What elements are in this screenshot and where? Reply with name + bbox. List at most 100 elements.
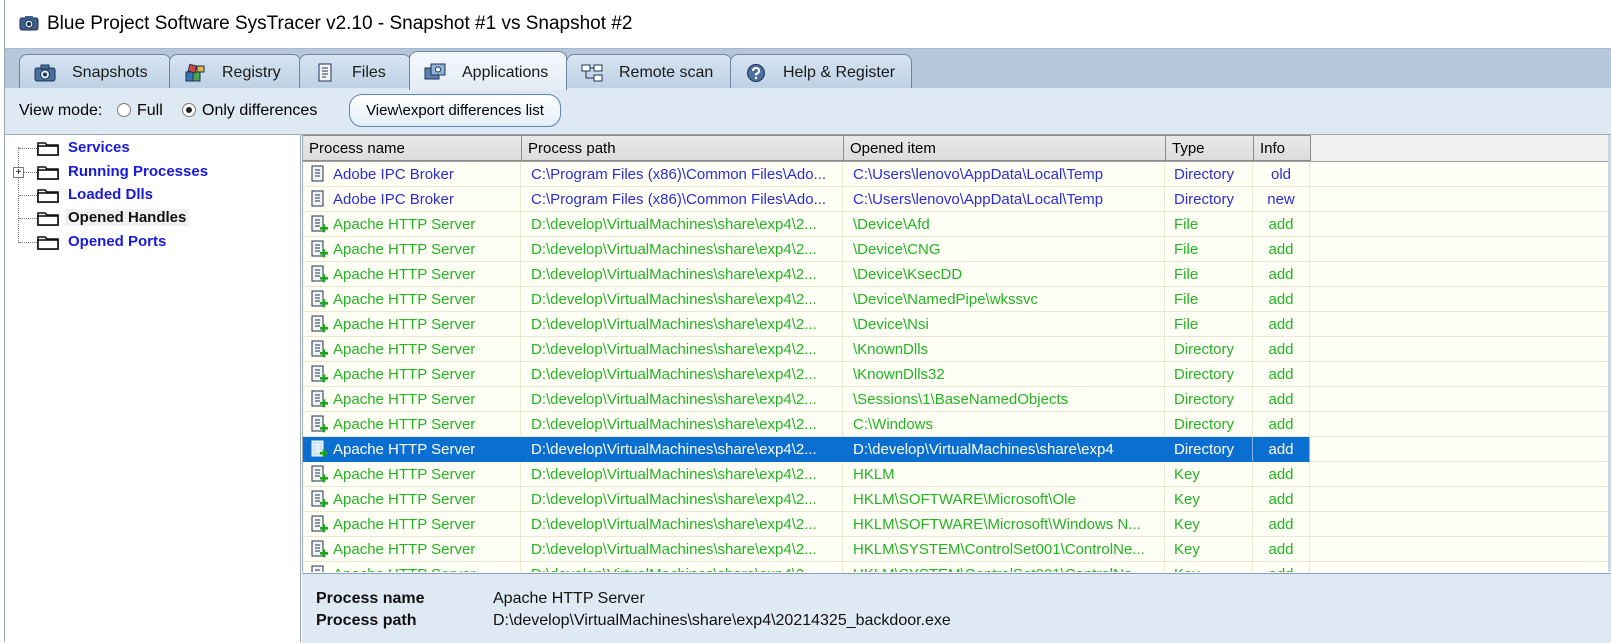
column-header-process-name[interactable]: Process name: [303, 135, 522, 161]
cell-type-text: File: [1174, 291, 1199, 308]
help-icon: [747, 64, 765, 82]
only-differences-radio[interactable]: [182, 103, 196, 117]
cell-opened-item: HKLM\SYSTEM\ControlSet001\ControlNe...: [843, 537, 1165, 562]
cell-info-text: old: [1270, 166, 1292, 183]
app-window: Blue Project Software SysTracer v2.10 - …: [4, 0, 1611, 643]
cell-process-path-text: D:\develop\VirtualMachines\share\exp4\2.…: [531, 366, 817, 383]
table-row[interactable]: Apache HTTP Server D:\develop\VirtualMach…: [303, 387, 1611, 412]
cell-process-path-text: D:\develop\VirtualMachines\share\exp4\2.…: [531, 241, 817, 258]
table-row[interactable]: Apache HTTP Server D:\develop\VirtualMach…: [303, 212, 1611, 237]
table-row[interactable]: Apache HTTP Server D:\develop\VirtualMach…: [303, 337, 1611, 362]
table-row[interactable]: Apache HTTP Server D:\develop\VirtualMach…: [303, 362, 1611, 387]
cell-info: add: [1253, 287, 1310, 312]
tab-help-register[interactable]: Help & Register: [730, 54, 912, 89]
cell-info-text: add: [1268, 316, 1294, 333]
table-row[interactable]: Apache HTTP Server D:\develop\VirtualMach…: [303, 412, 1611, 437]
tree-connector: [19, 195, 37, 196]
cell-process-path: D:\develop\VirtualMachines\share\exp4\2.…: [521, 537, 843, 562]
table-row[interactable]: Adobe IPC Broker C:\Program Files (x86)\C…: [303, 187, 1611, 212]
only-differences-radio-label[interactable]: Only differences: [202, 102, 317, 120]
cell-process-path-text: D:\develop\VirtualMachines\share\exp4\2.…: [531, 566, 817, 572]
table-header: Process name Process path Opened item Ty…: [303, 135, 1611, 162]
table-row[interactable]: Apache HTTP Server D:\develop\VirtualMach…: [303, 512, 1611, 537]
cell-info: add: [1253, 362, 1310, 387]
column-header-process-path[interactable]: Process path: [522, 135, 844, 161]
cell-opened-item-text: HKLM: [853, 466, 895, 483]
cell-opened-item-text: \Device\CNG: [853, 241, 941, 258]
app-added-icon: [309, 465, 329, 485]
cell-opened-item-text: \Device\NamedPipe\wkssvc: [853, 291, 1039, 308]
table-row[interactable]: Apache HTTP Server D:\develop\VirtualMach…: [303, 237, 1611, 262]
full-radio-label[interactable]: Full: [137, 102, 163, 120]
cell-info-text: add: [1268, 516, 1294, 533]
cell-process-path-text: D:\develop\VirtualMachines\share\exp4\2.…: [531, 291, 817, 308]
table-row[interactable]: Apache HTTP Server D:\develop\VirtualMach…: [303, 262, 1611, 287]
cell-process-path: D:\develop\VirtualMachines\share\exp4\2.…: [521, 262, 843, 287]
table-row[interactable]: Apache HTTP Server D:\develop\VirtualMach…: [303, 287, 1611, 312]
app-added-icon: [309, 415, 329, 435]
table-row[interactable]: Apache HTTP Server D:\develop\VirtualMach…: [303, 487, 1611, 512]
detail-process-path-value: D:\develop\VirtualMachines\share\exp4\20…: [493, 612, 951, 629]
cell-filler: [1310, 437, 1611, 462]
cell-info: add: [1253, 537, 1310, 562]
view-export-differences-button[interactable]: View\export differences list: [349, 94, 561, 127]
cell-process-name-text: Apache HTTP Server: [333, 316, 476, 333]
tab-applications[interactable]: Applications: [409, 51, 567, 90]
cell-process-name: Apache HTTP Server: [303, 487, 521, 512]
cell-process-path: C:\Program Files (x86)\Common Files\Ado.…: [521, 162, 843, 187]
cell-process-name: Adobe IPC Broker: [303, 162, 521, 187]
cell-filler: [1310, 537, 1611, 562]
cell-process-name-text: Apache HTTP Server: [333, 266, 476, 283]
column-header-type[interactable]: Type: [1166, 135, 1254, 161]
cell-process-name-text: Apache HTTP Server: [333, 441, 476, 458]
cell-process-name: Apache HTTP Server: [303, 462, 521, 487]
cell-opened-item-text: HKLM\SYSTEM\ControlSet001\ControlNe...: [853, 566, 1145, 572]
cell-process-name-text: Apache HTTP Server: [333, 566, 475, 572]
cell-opened-item: \Device\CNG: [843, 237, 1165, 262]
cell-opened-item-text: \Device\KsecDD: [853, 266, 963, 283]
app-added-icon: [309, 340, 329, 360]
column-header-opened-item[interactable]: Opened item: [844, 135, 1166, 161]
cell-opened-item: \Device\Nsi: [843, 312, 1165, 337]
camera-icon: [34, 64, 56, 82]
table-row[interactable]: Apache HTTP Server D:\develop\VirtualMach…: [303, 462, 1611, 487]
detail-process-path-label: Process path: [316, 612, 417, 629]
view-mode-toolbar: View mode: Full Only differences View\ex…: [5, 88, 1611, 135]
app-added-icon: [309, 290, 329, 310]
table-row-selected[interactable]: Apache HTTP Server D:\develop\VirtualMach…: [303, 437, 1611, 462]
cell-type: Key: [1165, 512, 1253, 537]
cell-type: Directory: [1165, 337, 1253, 362]
cell-process-name: Apache HTTP Server: [303, 287, 521, 312]
expand-plus-icon[interactable]: +: [13, 167, 24, 178]
cell-type-text: Directory: [1174, 166, 1235, 183]
title-bar: Blue Project Software SysTracer v2.10 - …: [5, 0, 1611, 48]
tab-snapshots[interactable]: Snapshots: [19, 54, 171, 89]
cell-info-text: add: [1268, 291, 1294, 308]
cell-info-text: add: [1268, 241, 1294, 258]
table-row[interactable]: Adobe IPC Broker C:\Program Files (x86)\C…: [303, 162, 1611, 187]
tree-connector: [19, 218, 37, 219]
cell-opened-item-text: C:\Users\lenovo\AppData\Local\Temp: [853, 191, 1104, 208]
app-added-icon: [309, 240, 329, 260]
app-added-icon: [309, 315, 329, 335]
tab-label: Remote scan: [619, 64, 714, 81]
tab-remote-scan[interactable]: Remote scan: [566, 54, 732, 89]
table-row[interactable]: Apache HTTP Server D:\develop\VirtualMach…: [303, 562, 1611, 572]
table-row[interactable]: Apache HTTP Server D:\develop\VirtualMach…: [303, 312, 1611, 337]
cell-info-text: add: [1268, 391, 1294, 408]
column-header-info[interactable]: Info: [1254, 135, 1311, 161]
cell-opened-item-text: \Device\Afd: [853, 216, 930, 233]
cell-info: add: [1253, 487, 1310, 512]
cell-process-path: D:\develop\VirtualMachines\share\exp4\2.…: [521, 487, 843, 512]
tab-label: Registry: [222, 64, 281, 81]
cell-type-text: File: [1174, 316, 1199, 333]
cell-info: add: [1253, 562, 1310, 572]
full-radio[interactable]: [117, 103, 131, 117]
table-row[interactable]: Apache HTTP Server D:\develop\VirtualMach…: [303, 537, 1611, 562]
tab-files[interactable]: Files: [299, 54, 411, 89]
cell-opened-item: C:\Windows: [843, 412, 1165, 437]
cell-process-name: Apache HTTP Server: [303, 537, 521, 562]
app-added-icon: [309, 565, 329, 572]
tab-registry[interactable]: Registry: [169, 54, 301, 89]
cell-process-path-text: C:\Program Files (x86)\Common Files\Ado.…: [531, 166, 827, 183]
